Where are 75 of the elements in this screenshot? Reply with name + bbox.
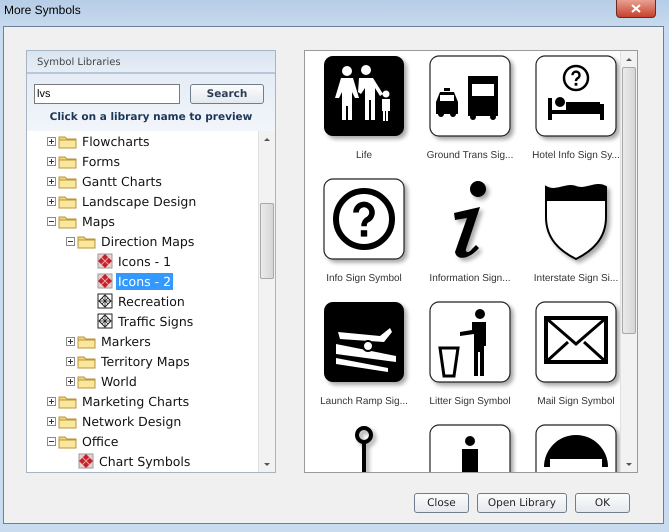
scrollbar[interactable] — [258, 131, 275, 472]
symbol-label: Ground Trans Sig... — [426, 150, 514, 161]
symbol-icon[interactable] — [428, 300, 512, 384]
expand-icon[interactable] — [47, 176, 56, 186]
symbol-label: Launch Ramp Sig... — [320, 396, 408, 407]
close-button[interactable] — [616, 0, 656, 18]
checkered-diamond-icon — [97, 293, 113, 309]
folder-icon — [58, 194, 77, 208]
collapse-icon[interactable] — [47, 216, 56, 226]
symbol-icon[interactable] — [322, 300, 406, 384]
scrollbar[interactable] — [620, 51, 637, 472]
symbol-label: Life — [356, 150, 372, 161]
symbol-icon[interactable] — [428, 54, 512, 138]
folder-icon — [58, 134, 77, 148]
expand-icon[interactable] — [66, 376, 75, 386]
search-button[interactable]: Search — [190, 84, 264, 104]
expand-icon[interactable] — [66, 356, 75, 366]
symbol-label: Mail Sign Symbol — [537, 396, 615, 407]
tree-item[interactable]: Icons - 1 — [116, 252, 174, 270]
panel-header: Symbol Libraries — [27, 51, 275, 74]
expand-icon[interactable] — [47, 156, 56, 166]
scrollbar-thumb[interactable] — [260, 203, 274, 279]
tree-item[interactable]: Landscape Design — [80, 192, 198, 210]
close-icon — [631, 4, 641, 13]
window-title: More Symbols — [4, 3, 81, 17]
tree-item[interactable]: Chart Symbols — [97, 452, 192, 470]
expand-icon[interactable] — [47, 196, 56, 206]
expand-icon[interactable] — [66, 336, 75, 346]
folder-icon — [58, 414, 77, 428]
expand-icon[interactable] — [47, 396, 56, 406]
collapse-icon[interactable] — [47, 436, 56, 446]
symbol-icon[interactable] — [322, 54, 406, 138]
folder-icon — [58, 434, 77, 448]
symbol-label: Hotel Info Sign Sy... — [532, 150, 620, 161]
tree-item[interactable]: Recreation — [116, 292, 187, 310]
tree-item[interactable]: Forms — [80, 152, 122, 170]
library-icon — [97, 273, 113, 289]
folder-icon — [58, 214, 77, 228]
expand-icon[interactable] — [47, 416, 56, 426]
symbol-icon[interactable] — [534, 300, 618, 384]
tree-item[interactable]: Traffic Signs — [116, 312, 196, 330]
tree-item[interactable]: Direction Maps — [99, 232, 196, 250]
symbol-icon[interactable] — [534, 54, 618, 138]
tree-item[interactable]: Office — [80, 432, 120, 450]
folder-icon — [58, 174, 77, 188]
search-field[interactable]: lvs — [34, 84, 180, 104]
scrollbar-thumb[interactable] — [622, 67, 636, 334]
tree-item[interactable]: Network Design — [80, 412, 184, 430]
symbol-label: Interstate Sign Si... — [534, 273, 618, 284]
tree-item[interactable]: Maps — [80, 212, 117, 230]
dialog-button[interactable]: Close — [414, 493, 469, 513]
tree-item[interactable]: Flowcharts — [80, 132, 152, 150]
tree-item[interactable]: Markers — [99, 332, 153, 350]
folder-icon — [77, 334, 96, 348]
tree-item[interactable]: Territory Maps — [99, 352, 192, 370]
tree-item[interactable]: World — [99, 372, 139, 390]
folder-icon — [77, 234, 96, 248]
symbol-label: Litter Sign Symbol — [429, 396, 511, 407]
dialog-button[interactable]: Open Library — [476, 493, 567, 513]
collapse-icon[interactable] — [66, 236, 75, 246]
symbol-label: Info Sign Symbol — [326, 273, 402, 284]
dialog-button[interactable]: OK — [575, 493, 630, 513]
folder-icon — [77, 354, 96, 368]
hint-text: Click on a library name to preview — [48, 110, 254, 125]
tree-item[interactable]: Marketing Charts — [80, 392, 192, 410]
symbol-icon[interactable] — [322, 177, 406, 261]
expand-icon[interactable] — [47, 136, 56, 146]
checkered-diamond-icon — [97, 313, 113, 329]
library-icon — [78, 453, 94, 469]
symbol-label: Information Sign... — [429, 273, 511, 284]
library-icon — [97, 253, 113, 269]
folder-icon — [77, 374, 96, 388]
folder-icon — [58, 154, 77, 168]
tree-item[interactable]: Gantt Charts — [80, 172, 164, 190]
folder-icon — [58, 394, 77, 408]
